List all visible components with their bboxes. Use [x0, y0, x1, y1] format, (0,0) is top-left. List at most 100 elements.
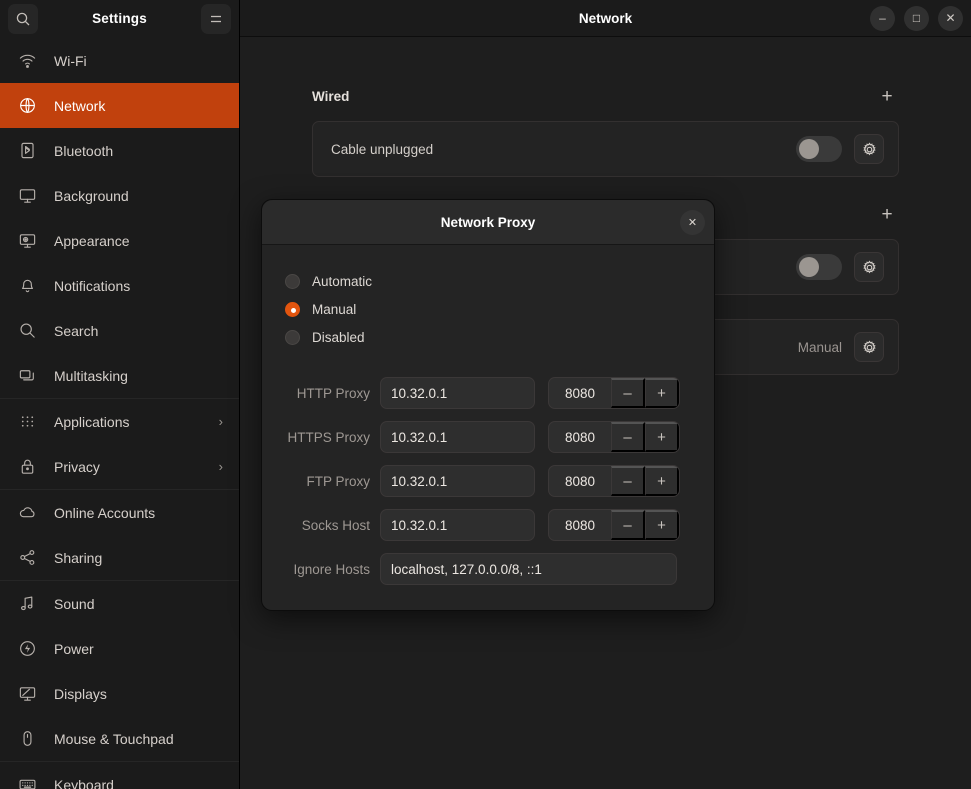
sidebar-item-label: Sound: [54, 595, 95, 612]
bluetooth-icon: [16, 140, 38, 162]
search-icon: [16, 320, 38, 342]
sidebar-item-appearance[interactable]: Appearance: [0, 218, 239, 263]
http-proxy-port-increment[interactable]: +: [645, 378, 679, 408]
proxy-mode-disabled[interactable]: Disabled: [262, 323, 714, 351]
sidebar-item-label: Network: [54, 97, 106, 114]
sidebar-item-sharing[interactable]: Sharing: [0, 535, 239, 580]
ftp-proxy-port-increment[interactable]: +: [645, 466, 679, 496]
radio-button[interactable]: [285, 273, 300, 289]
proxy-mode-manual[interactable]: Manual: [262, 295, 714, 323]
ignore-hosts-input[interactable]: [380, 553, 677, 585]
socks-host-port-decrement[interactable]: –: [611, 510, 645, 540]
sidebar-item-label: Keyboard: [54, 776, 114, 789]
sidebar: Settings Wi-Fi Network Bluetooth Background…: [0, 0, 240, 789]
http-proxy-port-decrement[interactable]: –: [611, 378, 645, 408]
dialog-close-button[interactable]: ✕: [680, 209, 705, 235]
secondary-settings-button[interactable]: [854, 252, 884, 282]
socks-host-port-increment[interactable]: +: [645, 510, 679, 540]
globe-icon: [16, 95, 38, 117]
wired-settings-button[interactable]: [854, 134, 884, 164]
http-proxy-input[interactable]: [380, 377, 535, 409]
sidebar-header: Settings: [0, 0, 239, 37]
sidebar-item-label: Search: [54, 322, 99, 339]
window-controls: – □ ✕: [870, 5, 963, 31]
bell-icon: [16, 275, 38, 297]
proxy-mode-label: Disabled: [312, 329, 365, 345]
wired-section-header: Wired +: [312, 83, 899, 109]
socks-host-input[interactable]: [380, 509, 535, 541]
radio-button[interactable]: [285, 301, 300, 317]
ftp-proxy-input[interactable]: [380, 465, 535, 497]
gear-icon: [862, 142, 877, 157]
proxy-mode-automatic[interactable]: Automatic: [262, 267, 714, 295]
gear-icon: [862, 260, 877, 275]
radio-button[interactable]: [285, 329, 300, 345]
sidebar-item-bluetooth[interactable]: Bluetooth: [0, 128, 239, 173]
sidebar-nav-list: Wi-Fi Network Bluetooth Background Appearanc…: [0, 37, 239, 789]
https-proxy-input[interactable]: [380, 421, 535, 453]
gear-icon: [862, 340, 877, 355]
secondary-toggle[interactable]: [796, 254, 842, 280]
wired-toggle[interactable]: [796, 136, 842, 162]
power-icon: [16, 638, 38, 660]
sidebar-item-multitasking[interactable]: Multitasking: [0, 353, 239, 398]
wired-connection-row: Cable unplugged: [312, 121, 899, 177]
https-proxy-port-increment[interactable]: +: [645, 422, 679, 452]
ignore-hosts-label: Ignore Hosts: [293, 561, 370, 577]
search-button[interactable]: [8, 3, 38, 34]
sidebar-item-label: Applications: [54, 413, 130, 430]
music-note-icon: [16, 593, 38, 615]
ftp-proxy-port-input[interactable]: [549, 466, 611, 496]
maximize-button[interactable]: □: [904, 5, 929, 31]
ftp-proxy-port-decrement[interactable]: –: [611, 466, 645, 496]
minimize-button[interactable]: –: [870, 5, 895, 31]
socks-host-port-input[interactable]: [549, 510, 611, 540]
add-wired-button[interactable]: +: [875, 84, 899, 108]
dialog-header: Network Proxy ✕: [262, 200, 714, 245]
sidebar-item-notifications[interactable]: Notifications: [0, 263, 239, 308]
wifi-icon: [16, 50, 38, 72]
http-proxy-label: HTTP Proxy: [296, 385, 370, 401]
https-proxy-port-input[interactable]: [549, 422, 611, 452]
http-proxy-port-stepper: –+: [548, 377, 680, 409]
sidebar-item-label: Sharing: [54, 549, 103, 566]
https-proxy-port-stepper: –+: [548, 421, 680, 453]
sidebar-item-power[interactable]: Power: [0, 626, 239, 671]
sidebar-item-applications[interactable]: Applications ›: [0, 399, 239, 444]
appearance-icon: [16, 230, 38, 252]
network-proxy-dialog: Network Proxy ✕ Automatic Manual Disabled …: [261, 199, 715, 611]
close-button[interactable]: ✕: [938, 5, 963, 31]
http-proxy-port-input[interactable]: [549, 378, 611, 408]
toggle-knob: [799, 257, 819, 277]
https-proxy-label: HTTPS Proxy: [287, 429, 370, 445]
main-menu-button[interactable]: [201, 3, 231, 34]
sidebar-item-privacy[interactable]: Privacy ›: [0, 444, 239, 489]
sidebar-item-keyboard[interactable]: Keyboard: [0, 762, 239, 789]
sidebar-item-online-accounts[interactable]: Online Accounts: [0, 490, 239, 535]
add-secondary-button[interactable]: +: [875, 202, 899, 226]
sidebar-item-search[interactable]: Search: [0, 308, 239, 353]
sidebar-item-label: Notifications: [54, 277, 131, 294]
sidebar-item-mouse-touchpad[interactable]: Mouse & Touchpad: [0, 716, 239, 761]
keyboard-icon: [16, 774, 38, 789]
sidebar-item-wi-fi[interactable]: Wi-Fi: [0, 38, 239, 83]
dialog-body: AutomaticManualDisabled HTTP Proxy–+HTTP…: [262, 245, 714, 610]
background-icon: [16, 185, 38, 207]
sidebar-item-network[interactable]: Network: [0, 83, 239, 128]
https-proxy-port-decrement[interactable]: –: [611, 422, 645, 452]
sidebar-item-displays[interactable]: Displays: [0, 671, 239, 716]
window-title: Network: [578, 10, 633, 26]
proxy-mode-label: Automatic: [312, 273, 373, 289]
sidebar-item-background[interactable]: Background: [0, 173, 239, 218]
wired-status-label: Cable unplugged: [331, 141, 434, 157]
proxy-mode-radio-group: Automatic Manual Disabled: [262, 267, 714, 351]
sidebar-item-sound[interactable]: Sound: [0, 581, 239, 626]
proxy-settings-button[interactable]: [854, 332, 884, 362]
share-icon: [16, 547, 38, 569]
socks-host-row: Socks Host –+: [262, 509, 684, 541]
ftp-proxy-row: FTP Proxy –+: [262, 465, 684, 497]
sidebar-item-label: Power: [54, 640, 94, 657]
http-proxy-row: HTTP Proxy –+: [262, 377, 684, 409]
toggle-knob: [799, 139, 819, 159]
wired-section-title: Wired: [312, 88, 350, 104]
